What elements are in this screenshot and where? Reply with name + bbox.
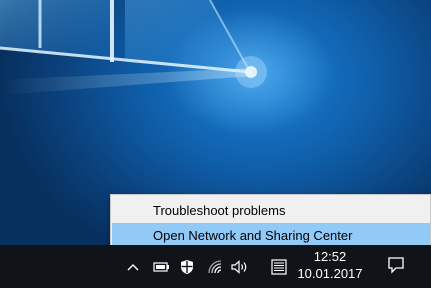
chevron-up-icon[interactable] [126,258,140,276]
taskbar: 12:52 10.01.2017 [0,245,431,288]
network-context-menu: Troubleshoot problems Open Network and S… [110,194,431,251]
action-center-icon[interactable] [386,256,406,274]
clock-date: 10.01.2017 [297,266,363,281]
menu-item-troubleshoot[interactable]: Troubleshoot problems [112,198,430,224]
battery-icon[interactable] [152,258,172,276]
clock-time: 12:52 [313,249,347,264]
defender-shield-icon[interactable] [178,258,196,276]
speaker-icon[interactable] [230,258,250,276]
taskbar-clock[interactable]: 12:52 10.01.2017 [292,248,368,283]
keyboard-icon[interactable] [270,258,288,276]
wifi-icon[interactable] [206,258,224,276]
